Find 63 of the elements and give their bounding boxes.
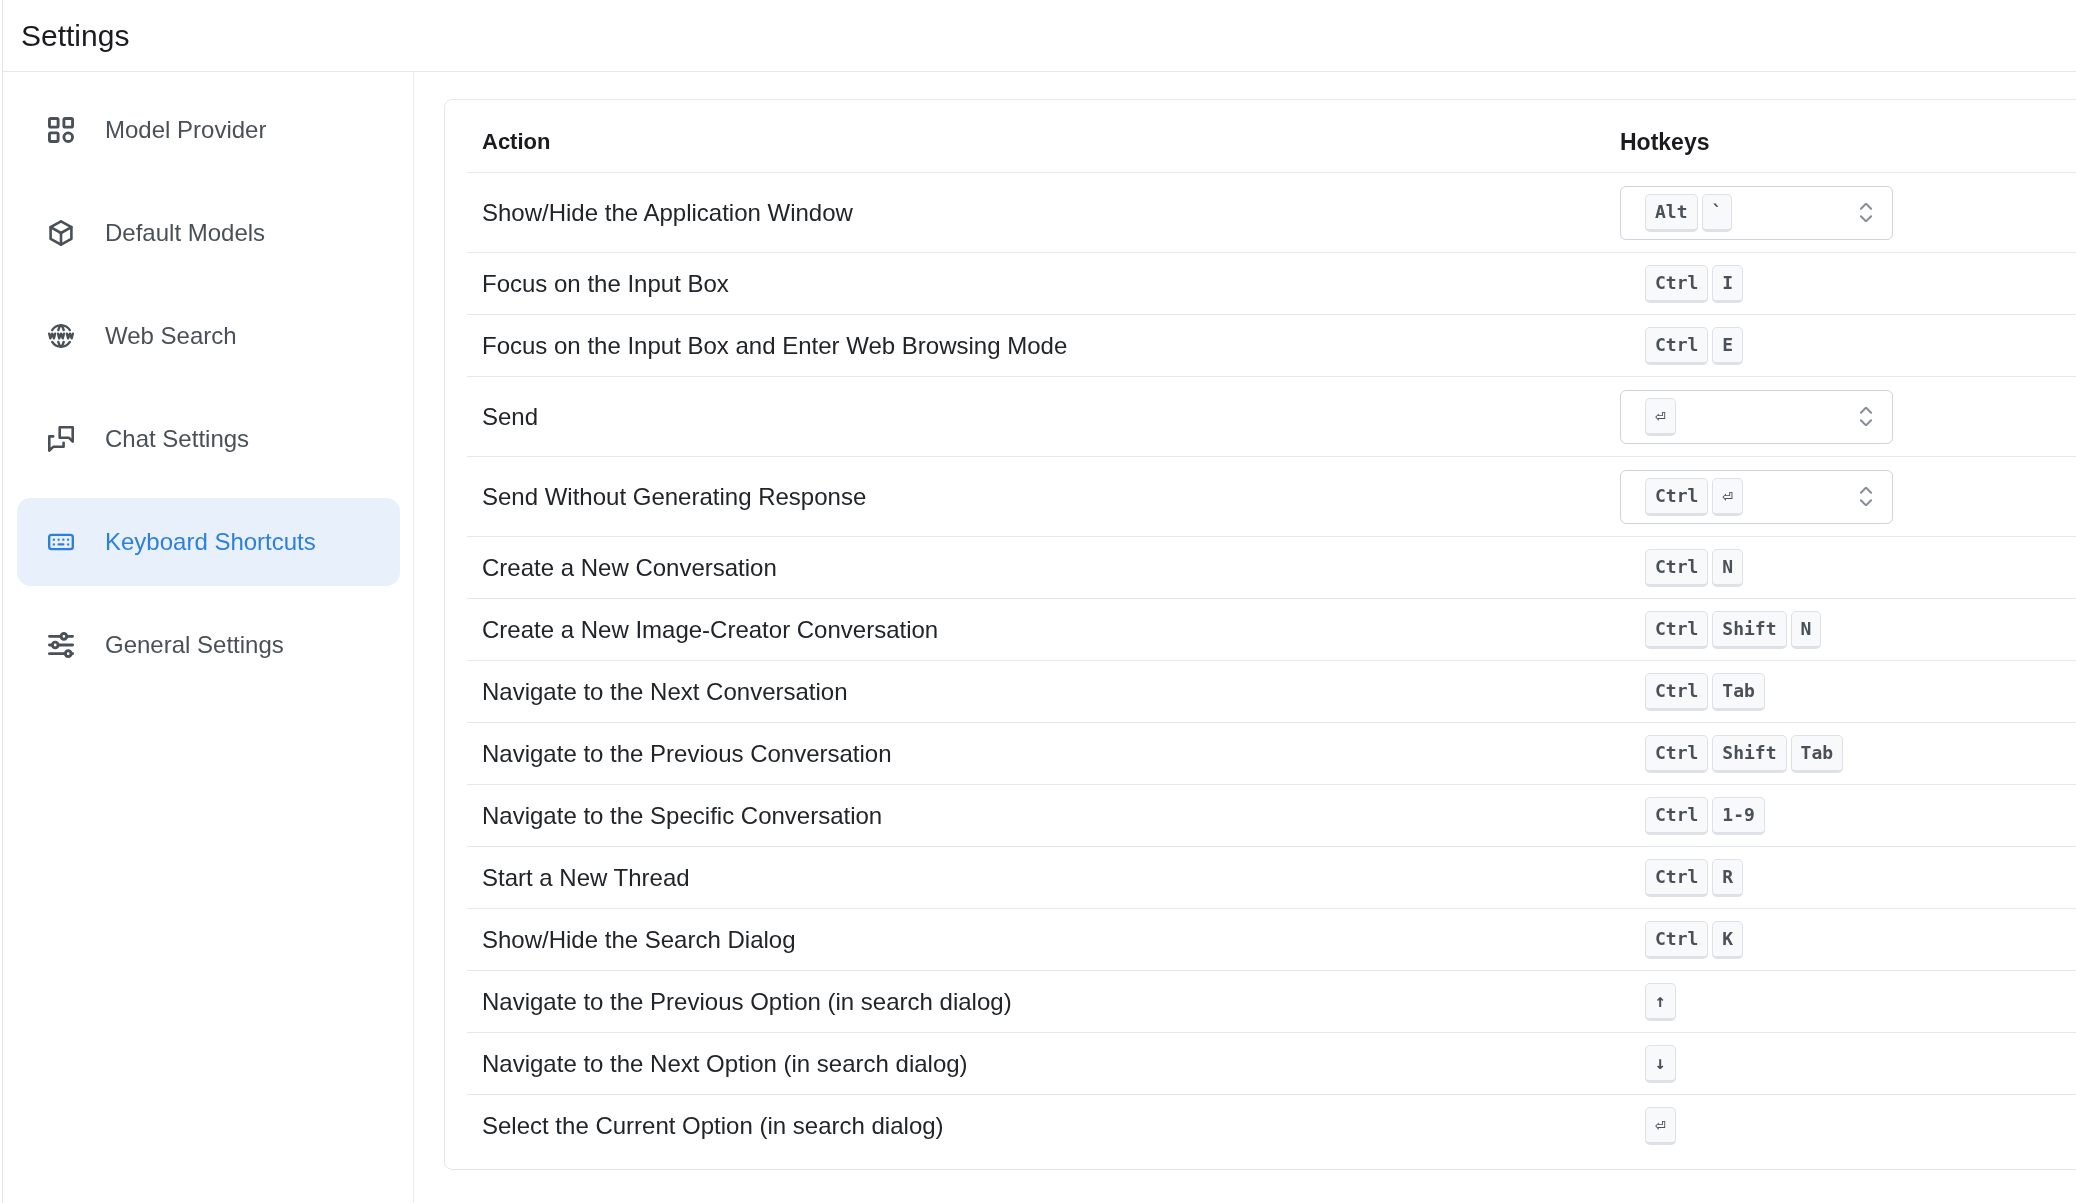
action-label: Navigate to the Previous Option (in search dialog) — [482, 987, 1012, 1015]
key-cap: I — [1712, 264, 1744, 303]
key-cap: Ctrl — [1645, 858, 1709, 897]
key-cap: ↓ — [1645, 1044, 1676, 1083]
sidebar-item[interactable]: Default Models — [17, 189, 400, 277]
chevron-icon — [1860, 203, 1872, 222]
key-cap: 1-9 — [1712, 796, 1765, 835]
sidebar-item[interactable]: Chat Settings — [17, 395, 400, 483]
globe-icon — [48, 323, 74, 349]
key-cap: R — [1712, 858, 1744, 897]
key-cap: Ctrl — [1645, 672, 1709, 711]
key-cap: Ctrl — [1645, 796, 1709, 835]
action-label: Create a New Conversation — [482, 553, 777, 581]
action-label: Send Without Generating Response — [482, 482, 867, 510]
column-header: Hotkeys — [1619, 128, 1710, 156]
hotkey-select[interactable]: Alt ` — [1620, 185, 1893, 240]
chevron-icon — [1860, 407, 1872, 426]
key-cap: N — [1790, 610, 1822, 649]
key-cap: K — [1712, 920, 1744, 959]
chat-bubbles-icon — [48, 426, 74, 452]
key-cap: Tab — [1790, 734, 1844, 773]
sidebar-item[interactable]: Keyboard Shortcuts — [17, 498, 400, 586]
key-cap: E — [1712, 326, 1744, 365]
window-title: Settings — [21, 18, 130, 53]
sidebar-item[interactable]: General Settings — [17, 601, 400, 689]
action-label: Navigate to the Next Option (in search dialog) — [482, 1049, 968, 1077]
cube-icon — [48, 220, 74, 246]
action-label: Focus on the Input Box — [482, 269, 729, 297]
action-label: Select the Current Option (in search dialog) — [482, 1112, 944, 1139]
key-cap: Ctrl — [1645, 477, 1709, 516]
key-cap: Ctrl — [1645, 920, 1709, 959]
action-label: Navigate to the Previous Conversation — [482, 739, 892, 767]
key-cap: ` — [1701, 193, 1733, 232]
key-cap: Ctrl — [1645, 264, 1709, 303]
hotkey-select[interactable]: Ctrl ⏎ — [1620, 469, 1893, 524]
sliders-icon — [48, 632, 74, 658]
action-label: Navigate to the Specific Conversation — [482, 801, 883, 829]
sidebar-item[interactable]: Web Search — [17, 292, 400, 380]
key-cap: ⏎ — [1645, 1107, 1676, 1145]
key-cap: Shift — [1712, 610, 1787, 649]
key-cap: Ctrl — [1645, 734, 1709, 773]
key-cap: ⏎ — [1645, 397, 1676, 436]
sidebar-item[interactable]: Model Provider — [17, 86, 400, 174]
action-label: Navigate to the Next Conversation — [482, 677, 848, 705]
key-cap: ↑ — [1645, 982, 1676, 1021]
action-label: Focus on the Input Box and Enter Web Browsing Mode — [482, 331, 1068, 359]
key-cap: Shift — [1712, 734, 1787, 773]
action-label: Show/Hide the Application Window — [482, 198, 853, 226]
column-header: Action — [481, 129, 551, 155]
action-label: Show/Hide the Search Dialog — [482, 925, 796, 953]
hotkey-select[interactable]: ⏎ — [1620, 389, 1893, 444]
key-cap: Ctrl — [1645, 326, 1709, 365]
key-cap: Ctrl — [1645, 548, 1709, 587]
key-cap: Tab — [1712, 672, 1765, 711]
action-label: Start a New Thread — [482, 863, 690, 891]
action-label: Create a New Image-Creator Conversation — [482, 615, 939, 643]
key-cap: Ctrl — [1645, 610, 1709, 649]
key-cap: N — [1712, 548, 1744, 587]
key-cap: ⏎ — [1712, 477, 1744, 516]
grid-icon — [48, 117, 74, 143]
action-label: Send — [482, 402, 539, 430]
chevron-icon — [1860, 487, 1872, 506]
key-cap: Alt — [1645, 193, 1698, 232]
